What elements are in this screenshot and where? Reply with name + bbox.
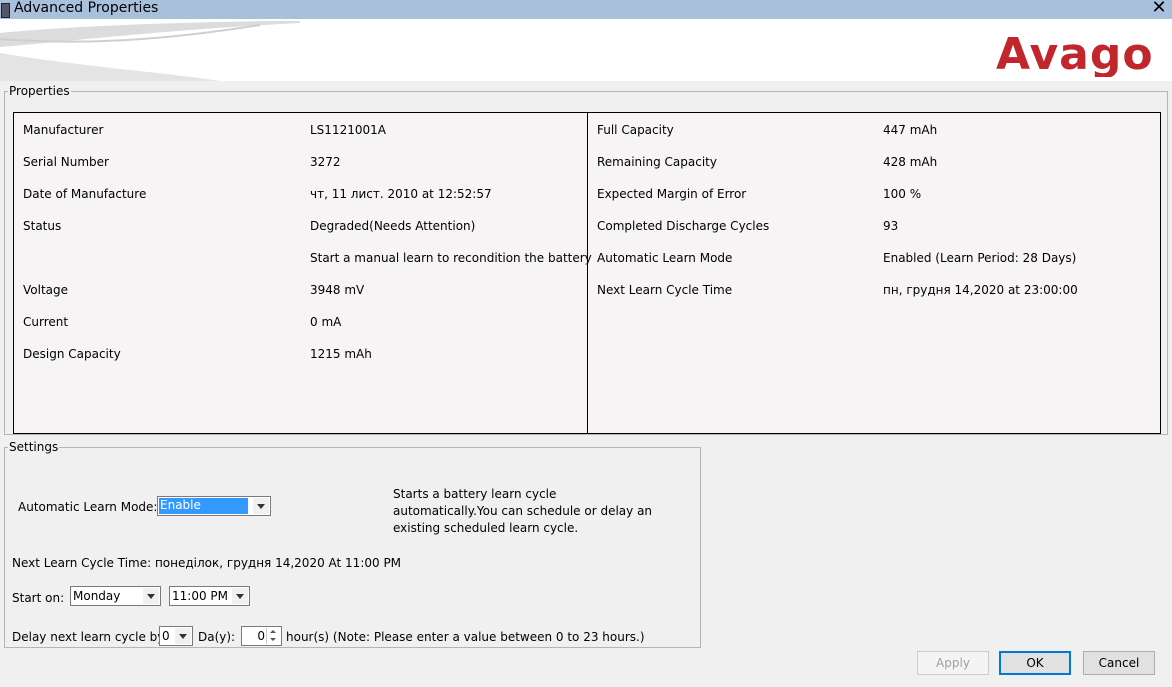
chevron-down-icon[interactable] <box>143 588 159 604</box>
prop-key: Next Learn Cycle Time <box>597 283 733 297</box>
auto-learn-description: Starts a battery learn cycle automatical… <box>393 487 653 535</box>
prop-key: Voltage <box>23 283 69 297</box>
delay-days-select[interactable]: 0 <box>159 626 193 646</box>
prop-key: Current <box>23 315 69 329</box>
prop-value: Degraded(Needs Attention) <box>310 219 476 233</box>
prop-key: Design Capacity <box>23 347 121 361</box>
prop-key: Completed Discharge Cycles <box>597 219 770 233</box>
properties-group: Properties Manufacturer LS1121001A Serial… <box>4 84 1168 435</box>
prop-value: 93 <box>883 219 899 233</box>
prop-key: Automatic Learn Mode <box>597 251 733 265</box>
avago-logo: Avago <box>996 29 1154 81</box>
chevron-down-icon[interactable] <box>253 498 269 514</box>
auto-learn-mode-value: Enable <box>159 498 248 514</box>
auto-learn-mode-select[interactable]: Enable <box>157 496 271 516</box>
settings-legend: Settings <box>9 440 59 454</box>
app-icon <box>1 3 10 18</box>
start-day-select[interactable]: Monday <box>70 586 161 606</box>
cancel-button[interactable]: Cancel <box>1083 651 1155 675</box>
prop-key: Date of Manufacture <box>23 187 147 201</box>
prop-key: Manufacturer <box>23 123 104 137</box>
window-title: Advanced Properties <box>14 0 159 16</box>
properties-right-column: Full Capacity 447 mAh Remaining Capacity 4… <box>588 113 1160 433</box>
delay-days-value: 0 <box>162 629 170 643</box>
banner-swoosh-decoration <box>0 21 300 81</box>
prop-key: Full Capacity <box>597 123 674 137</box>
delay-learn-label: Delay next learn cycle by <box>12 630 165 644</box>
days-label: Da(y): <box>198 630 236 644</box>
prop-value: 428 mAh <box>883 155 938 169</box>
delay-hours-spinner[interactable]: 0 <box>241 626 282 646</box>
properties-table: Manufacturer LS1121001A Serial Number 3272… <box>13 112 1161 434</box>
delay-hours-value: 0 <box>257 629 265 643</box>
prop-key: Remaining Capacity <box>597 155 717 169</box>
start-day-value: Monday <box>73 589 121 603</box>
prop-key: Serial Number <box>23 155 109 169</box>
prop-value: LS1121001A <box>310 123 386 137</box>
apply-button[interactable]: Apply <box>917 651 989 675</box>
prop-value: 3272 <box>310 155 341 169</box>
next-learn-cycle-label: Next Learn Cycle Time: понеділок, грудня… <box>12 556 402 570</box>
prop-key: Expected Margin of Error <box>597 187 747 201</box>
auto-learn-mode-label: Automatic Learn Mode: <box>18 500 158 514</box>
prop-value: 447 mAh <box>883 123 938 137</box>
close-button[interactable]: ✕ <box>1148 0 1170 18</box>
prop-value: 1215 mAh <box>310 347 372 361</box>
start-time-select[interactable]: 11:00 PM <box>169 586 250 606</box>
title-bar: Advanced Properties ✕ <box>0 0 1172 19</box>
prop-value: пн, грудня 14,2020 at 23:00:00 <box>883 283 1078 297</box>
properties-left-column: Manufacturer LS1121001A Serial Number 3272… <box>14 113 592 433</box>
header-banner: Avago <box>0 19 1172 81</box>
start-on-label: Start on: <box>12 591 65 605</box>
prop-key: Status <box>23 219 62 233</box>
spinner-arrows-icon[interactable] <box>266 628 280 644</box>
properties-legend: Properties <box>9 84 70 98</box>
prop-value: 3948 mV <box>310 283 365 297</box>
chevron-down-icon[interactable] <box>232 588 248 604</box>
start-time-value: 11:00 PM <box>172 589 228 603</box>
prop-value: чт, 11 лист. 2010 at 12:52:57 <box>310 187 492 201</box>
prop-value: 100 % <box>883 187 922 201</box>
hours-note: hour(s) (Note: Please enter a value betw… <box>286 630 645 644</box>
prop-value: Start a manual learn to recondition the … <box>310 251 592 265</box>
settings-group: Settings Automatic Learn Mode: Enable St… <box>4 440 701 648</box>
svg-text:Avago: Avago <box>996 29 1154 77</box>
ok-button[interactable]: OK <box>999 651 1071 675</box>
logo-wordmark-icon: Avago <box>996 29 1154 80</box>
prop-value: 0 mA <box>310 315 342 329</box>
chevron-down-icon[interactable] <box>175 628 191 644</box>
prop-value: Enabled (Learn Period: 28 Days) <box>883 251 1077 265</box>
